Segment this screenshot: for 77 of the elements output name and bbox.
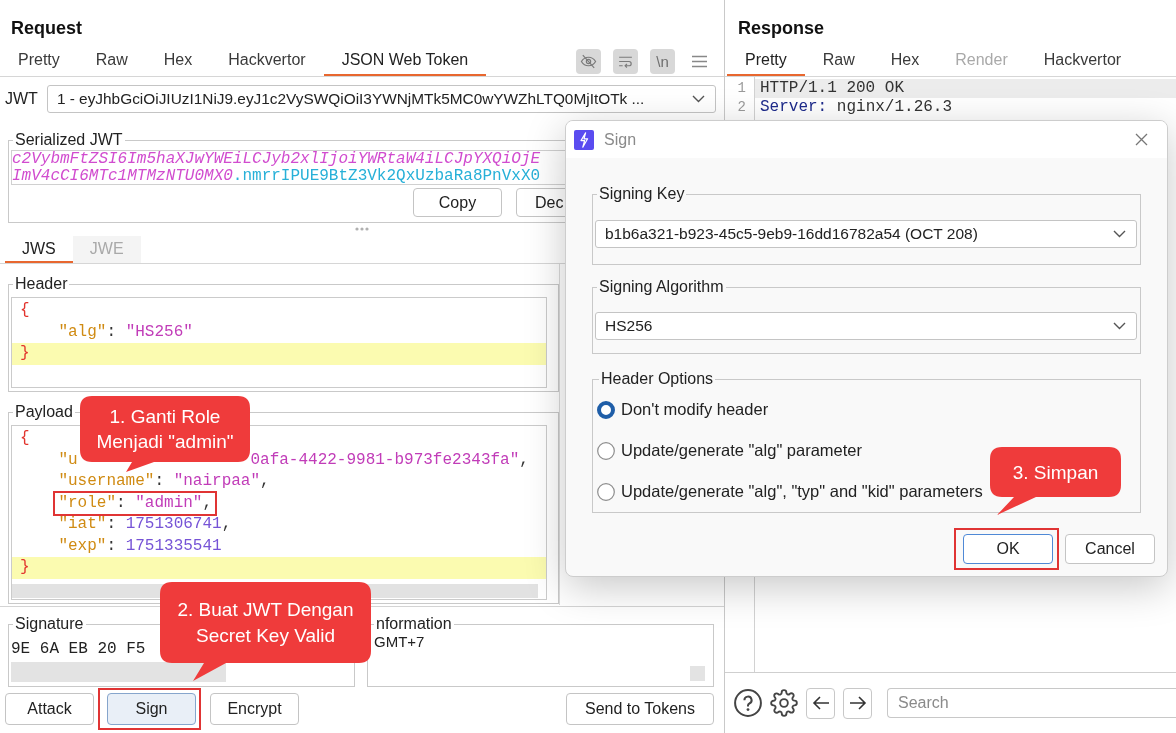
group-label: nformation — [375, 615, 453, 633]
chevron-down-icon — [1113, 230, 1126, 238]
line-number: 2 — [737, 98, 747, 117]
tab[interactable]: Pretty — [0, 46, 78, 76]
wrap-lines-icon[interactable] — [613, 48, 638, 74]
signing-key-dropdown[interactable]: b1b6a321-b923-45c5-9eb9-16dd16782a54 (OCT 208) — [595, 220, 1137, 248]
tab[interactable]: Hex — [145, 46, 211, 76]
code-editor[interactable]: { "alg": "HS256" } — [11, 297, 547, 388]
help-icon[interactable] — [734, 689, 762, 717]
dialog-title: Sign — [604, 130, 637, 149]
code-line: "role": "admin", — [58, 493, 213, 512]
code-line: Server: nginx/1.26.3 — [760, 98, 953, 116]
back-button[interactable] — [806, 687, 835, 719]
horizontal-scrollbar[interactable] — [11, 662, 226, 682]
group-label: Header Options — [600, 370, 715, 388]
splitter-grip[interactable] — [355, 227, 369, 231]
radio-label[interactable]: Update/generate "alg" parameter — [621, 441, 863, 460]
code-line: { — [20, 301, 30, 319]
code-line: { — [20, 429, 30, 447]
group-label: Signature — [14, 615, 85, 633]
group-label: Header — [14, 275, 69, 293]
close-icon[interactable] — [1135, 133, 1148, 146]
code-line: HTTP/1.1 200 OK — [760, 79, 905, 97]
encrypt-button[interactable]: Encrypt — [210, 693, 299, 725]
code-line: "iat": 1751306741, — [58, 515, 232, 533]
signature-value: 9E 6A EB 20 F5 — [11, 639, 146, 659]
code-line: "u — [58, 450, 78, 469]
tab[interactable]: Hex — [872, 46, 938, 76]
chevron-down-icon — [1113, 322, 1126, 330]
attack-button[interactable]: Attack — [5, 693, 94, 725]
panel-title: Response — [738, 17, 825, 40]
settings-icon[interactable] — [770, 689, 798, 717]
radio-button[interactable] — [597, 400, 615, 419]
information-value: GMT+7 — [374, 633, 425, 651]
field-label: JWT — [5, 90, 38, 108]
group-label: Signing Algorithm — [598, 278, 725, 296]
cancel-button[interactable]: Cancel — [1065, 534, 1155, 564]
token-text: c2VybmFtZSI6Im5haXJwYWEiLCJyb2xlIjoiYWRtaW4iLCJpYXQiOjE — [12, 151, 541, 168]
forward-button[interactable] — [843, 687, 872, 719]
tab[interactable]: Hackvertor — [1025, 46, 1140, 76]
ok-button[interactable]: OK — [963, 534, 1053, 564]
code-line: "username": "nairpaa", — [58, 472, 270, 490]
jwt-dropdown[interactable]: 1 - eyJhbGciOiJIUzI1NiJ9.eyJ1c2VySWQiOiI3YWNjMTk5MC0wYWZhLTQ0MjItOTk ... — [46, 85, 716, 113]
right-arrow-icon — [848, 695, 867, 711]
radio-label[interactable]: Update/generate "alg", "typ" and "kid" parameters — [621, 482, 983, 501]
code-line: "exp": 1751335541 — [58, 536, 222, 555]
panel-title: Request — [11, 17, 82, 40]
lightning-icon — [574, 129, 594, 150]
menu-icon[interactable] — [692, 54, 707, 68]
line-number: 1 — [737, 79, 747, 98]
code-line: "alg": "HS256" — [58, 322, 193, 341]
radio-label[interactable]: Don't modify header — [621, 400, 769, 419]
sign-button[interactable]: Sign — [107, 693, 196, 725]
radio-button[interactable] — [597, 482, 615, 501]
tab[interactable]: Raw — [77, 46, 146, 76]
algorithm-dropdown[interactable]: HS256 — [595, 312, 1137, 340]
copy-button[interactable]: Copy — [413, 188, 502, 217]
radio-button[interactable] — [597, 441, 615, 460]
search-field[interactable]: Search — [887, 688, 1176, 718]
send-to-tokens-button[interactable]: Send to Tokens — [566, 693, 714, 725]
eye-slash-icon[interactable] — [576, 48, 601, 74]
scroll-corner — [690, 666, 705, 681]
annotation-tooltip: 2. Buat JWT Dengan Secret Key Valid — [160, 582, 371, 681]
token-text: ImV4cCI6MTc1MTMzNTU0MX0.nmrrIPUE9BtZ3Vk2QxUzbaRa8PnVxX0 — [12, 167, 541, 184]
code-line: } — [20, 344, 30, 362]
left-arrow-icon — [811, 695, 830, 711]
annotation-tooltip: 3. Simpan — [990, 447, 1121, 515]
code-line: } — [20, 558, 30, 576]
group-label: Serialized JWT — [14, 131, 124, 149]
tab[interactable]: JSON Web Token — [323, 46, 487, 76]
tab[interactable]: Raw — [804, 46, 873, 76]
code-line: 0afa-4422-9981-b973fe2343fa", — [250, 450, 529, 469]
tab[interactable]: Hackvertor — [210, 46, 324, 76]
group-label: Payload — [14, 403, 74, 421]
newline-toggle[interactable]: \n — [650, 48, 675, 74]
annotation-tooltip: 1. Ganti Role Menjadi "admin" — [80, 396, 250, 472]
chevron-down-icon — [692, 95, 705, 103]
